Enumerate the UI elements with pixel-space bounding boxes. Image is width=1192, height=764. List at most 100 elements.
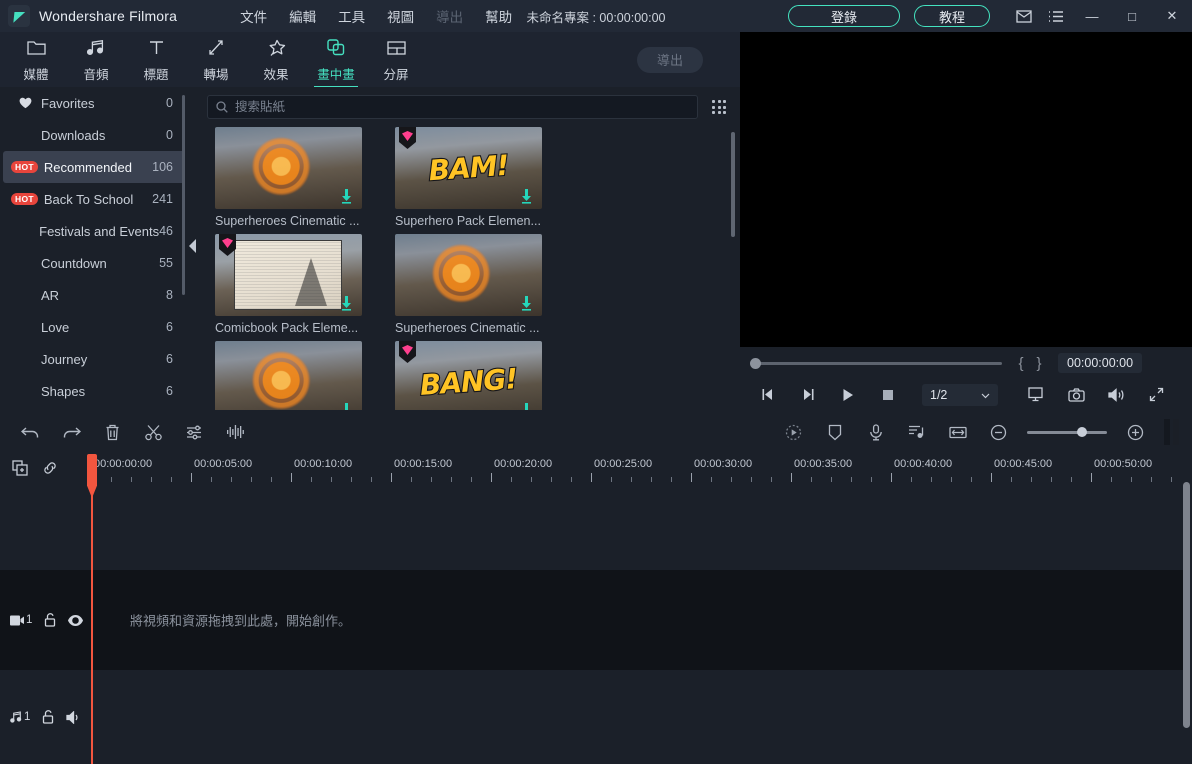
sticker-cell[interactable]: BAM! Superhero Pack Elemen... [395,127,555,228]
eye-icon[interactable] [68,614,84,626]
menu-tools[interactable]: 工具 [327,2,376,30]
menu-file[interactable]: 文件 [229,2,278,30]
menu-view[interactable]: 視圖 [376,2,425,30]
tab-transitions[interactable]: 轉場 [190,34,242,86]
tab-media[interactable]: 媒體 [10,34,62,86]
undo-button[interactable] [10,410,51,454]
add-media-button[interactable] [12,460,42,476]
sticker-grid-scrollbar[interactable] [731,132,735,237]
collapse-left-arrow-icon[interactable] [189,238,197,254]
delete-button[interactable] [92,410,133,454]
sidebar-item-downloads[interactable]: Downloads 0 [3,119,185,151]
download-icon[interactable] [340,189,353,204]
download-icon[interactable] [520,189,533,204]
unlock-icon[interactable] [44,613,56,627]
volume-button[interactable] [1096,379,1136,410]
menu-help[interactable]: 幫助 [474,2,523,30]
download-icon[interactable] [340,403,353,410]
timeline-empty-area[interactable] [0,482,1186,570]
list-icon[interactable] [1040,0,1072,32]
zoom-in-button[interactable] [1115,410,1156,454]
sticker-cell[interactable]: Superheroes Cinematic ... [215,341,375,410]
split-button[interactable] [133,410,174,454]
redo-button[interactable] [51,410,92,454]
login-button[interactable]: 登錄 [788,5,900,27]
marker-button[interactable] [814,410,855,454]
mail-icon[interactable] [1008,0,1040,32]
close-button[interactable]: ✕ [1152,0,1192,32]
sidebar-item-back-to-school[interactable]: HOT Back To School 241 [3,183,185,215]
sticker-thumbnail[interactable]: BANG! [395,341,542,410]
sticker-cell[interactable]: Superheroes Cinematic ... [395,234,555,335]
prev-frame-button[interactable] [748,379,788,410]
tab-audio[interactable]: 音頻 [70,34,122,86]
render-preview-button[interactable] [773,410,814,454]
sidebar-item-favorites[interactable]: Favorites 0 [3,87,185,119]
sticker-cell[interactable]: Superheroes Cinematic ... [215,127,375,228]
fullscreen-button[interactable] [1136,379,1176,410]
timeline-ruler[interactable]: 00:00:00:00 00:00:05:00 00:00:10:00 00:00:1… [90,454,1192,482]
zoom-slider-handle[interactable] [1077,426,1087,437]
sidebar-item-countdown[interactable]: Countdown 55 [3,247,185,279]
tutorial-button[interactable]: 教程 [914,5,990,27]
sidebar-item-recommended[interactable]: HOT Recommended 106 [3,151,185,183]
sticker-thumbnail[interactable] [215,341,362,410]
search-box[interactable] [207,95,698,119]
sidebar-item-love[interactable]: Love 6 [3,311,185,343]
sidebar-item-festivals-and-events[interactable]: Festivals and Events 46 [3,215,185,247]
playback-speed-select[interactable]: 1/2 [922,383,998,406]
sticker-thumbnail[interactable] [215,234,362,316]
sticker-category-sidebar[interactable]: Favorites 0 Downloads 0 HOT Recommended … [0,87,188,410]
display-settings-button[interactable] [1016,379,1056,410]
timeline-vertical-scrollbar[interactable] [1183,482,1190,728]
play-button[interactable] [828,379,868,410]
unlock-icon[interactable] [42,710,54,724]
pause-bars-icon[interactable] [1164,419,1179,445]
tab-effects[interactable]: 效果 [250,34,302,86]
sidebar-label-recommended: Recommended [43,159,132,175]
sticker-cell[interactable]: Comicbook Pack Eleme... [215,234,375,335]
sidebar-item-ar[interactable]: AR 8 [3,279,185,311]
timeline-playhead[interactable] [87,454,97,764]
fit-timeline-button[interactable] [937,410,978,454]
voiceover-button[interactable] [855,410,896,454]
link-clips-button[interactable] [42,460,72,476]
menu-edit[interactable]: 編輯 [278,2,327,30]
grid-dots-icon[interactable] [708,96,730,118]
minimize-button[interactable]: — [1072,0,1112,32]
sidebar-scrollbar[interactable] [182,95,185,295]
sticker-thumbnail[interactable] [395,234,542,316]
next-frame-button[interactable] [788,379,828,410]
speaker-icon[interactable] [66,710,81,724]
download-icon[interactable] [520,296,533,311]
scrubber-handle[interactable] [750,357,761,369]
audio-mixer-button[interactable] [896,410,937,454]
audio-detach-button[interactable] [215,410,256,454]
sticker-thumbnail[interactable] [215,127,362,209]
tab-split-screen[interactable]: 分屏 [370,34,422,86]
settings-button[interactable] [174,410,215,454]
sidebar-count-love: 6 [166,320,173,334]
ruler-tick-label: 00:00:35:00 [794,458,853,470]
search-input[interactable] [235,100,689,114]
download-icon[interactable] [340,296,353,311]
zoom-out-button[interactable] [978,410,1019,454]
maximize-button[interactable]: □ [1112,0,1152,32]
tab-titles[interactable]: 標題 [130,34,182,86]
download-icon[interactable] [520,403,533,410]
sidebar-item-shapes[interactable]: Shapes 6 [3,375,185,407]
snapshot-button[interactable] [1056,379,1096,410]
mark-in-button[interactable]: { [1012,355,1030,372]
tab-picture-in-picture[interactable]: 畫中畫 [310,34,362,88]
preview-scrubber[interactable] [750,357,1002,369]
audio-track-1[interactable]: 1 [0,670,1186,764]
stop-button[interactable] [868,379,908,410]
mark-out-button[interactable]: } [1030,355,1048,372]
sticker-thumbnail[interactable]: BAM! [395,127,542,209]
sticker-grid[interactable]: Superheroes Cinematic ... BAM! Superhero… [197,127,734,410]
app-logo: ◤ [8,5,30,27]
sidebar-item-journey[interactable]: Journey 6 [3,343,185,375]
sticker-cell[interactable]: BANG! Superhero Pack Elemen... [395,341,555,410]
video-track-1[interactable]: 1 將視頻和資源拖拽到此處，開始創作。 [0,570,1186,670]
timeline-zoom-slider[interactable] [1027,426,1107,437]
